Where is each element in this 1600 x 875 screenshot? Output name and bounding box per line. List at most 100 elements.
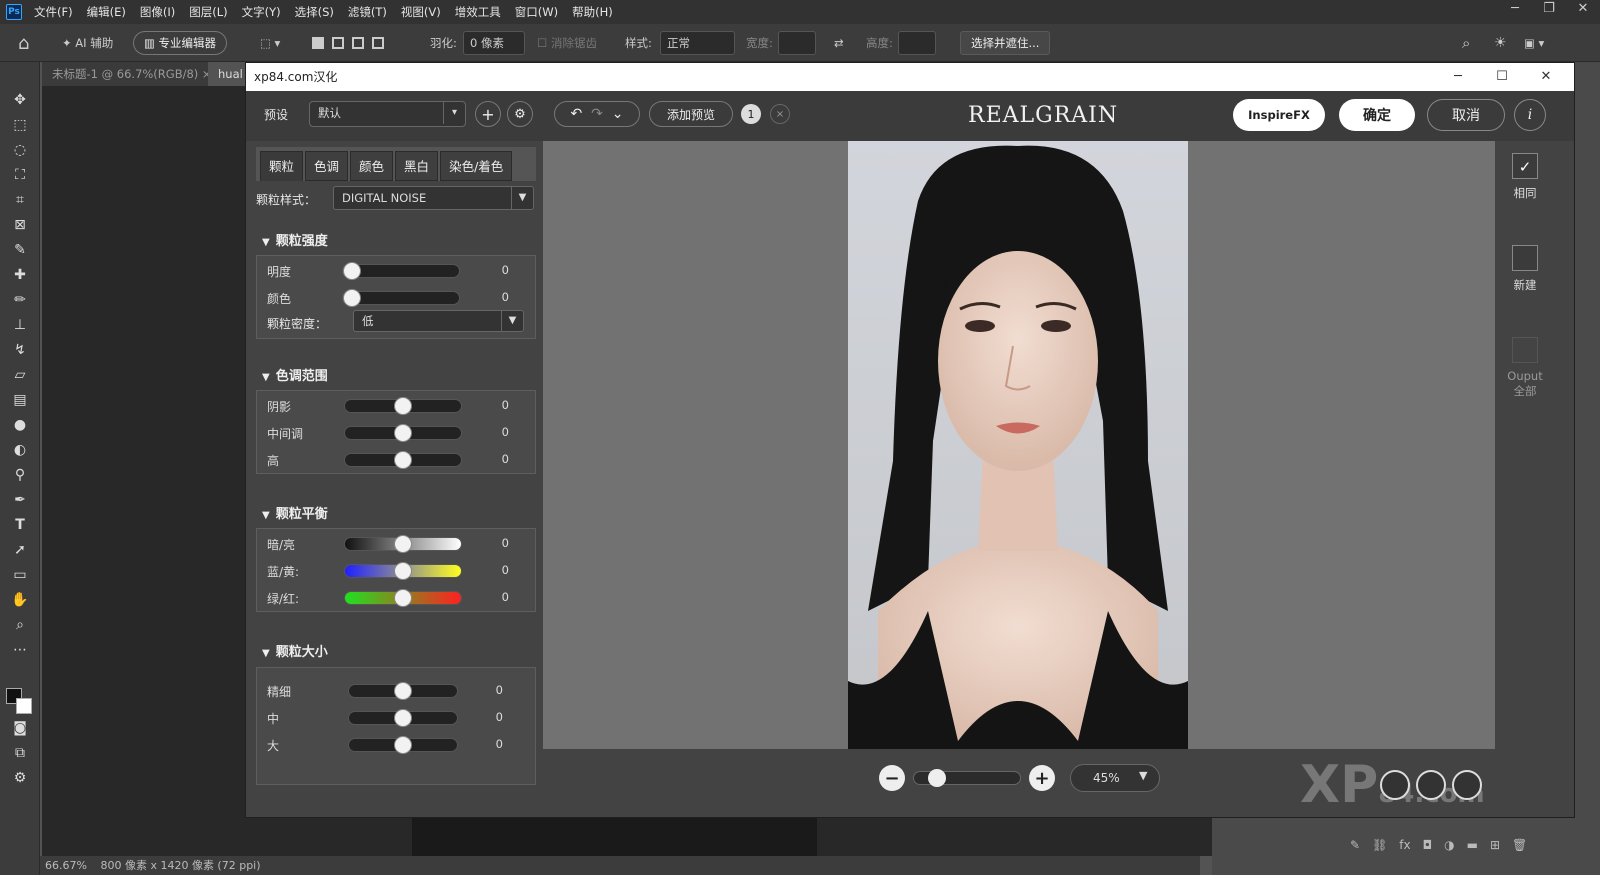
maximize-icon[interactable]: ☐	[1480, 63, 1524, 91]
select-and-mask-button[interactable]: 选择并遮住...	[960, 31, 1051, 55]
crop-icon[interactable]: ⌗	[10, 190, 30, 210]
marquee-icon[interactable]: ⬚	[10, 115, 30, 135]
lightbulb-icon[interactable]: ☀	[1494, 31, 1507, 55]
new-checkbox[interactable]	[1512, 245, 1538, 271]
add-preset-icon[interactable]: +	[475, 101, 501, 127]
section-size[interactable]: 颗粒大小	[262, 641, 328, 660]
height-input[interactable]	[898, 31, 936, 55]
slider-track[interactable]	[348, 709, 458, 727]
fx-icon[interactable]: fx	[1399, 838, 1410, 852]
density-select[interactable]: 低 ▼	[353, 310, 524, 332]
info-icon[interactable]: i	[1514, 99, 1546, 131]
output-checkbox[interactable]	[1512, 337, 1538, 363]
slider-knob[interactable]	[394, 589, 412, 607]
split-horizontal-icon[interactable]	[1416, 770, 1446, 800]
menu-type[interactable]: 文字(Y)	[242, 4, 281, 20]
slider-track[interactable]	[344, 451, 462, 469]
tab-tone[interactable]: 色调	[305, 151, 349, 181]
hand-icon[interactable]: ✋	[10, 590, 30, 610]
tab-color[interactable]: 颜色	[350, 151, 394, 181]
redo-icon[interactable]: ↷	[591, 106, 603, 122]
slider-knob[interactable]	[394, 535, 412, 553]
slider-knob[interactable]	[394, 397, 412, 415]
history-dropdown-icon[interactable]: ⌄	[612, 106, 624, 122]
rectangle-icon[interactable]: ▭	[10, 565, 30, 585]
quick-mask-icon[interactable]: ◙	[10, 718, 30, 738]
screen-mode-icon[interactable]: ⧉	[10, 743, 30, 763]
path-select-icon[interactable]: ➚	[10, 540, 30, 560]
same-checkbox[interactable]: ✓	[1512, 153, 1538, 179]
slider-track[interactable]	[344, 397, 462, 415]
new-layer-icon[interactable]: ⊞	[1490, 838, 1500, 852]
eraser-icon[interactable]: ▱	[10, 365, 30, 385]
slider-knob[interactable]	[394, 451, 412, 469]
settings-gear-icon[interactable]: ⚙	[507, 101, 533, 127]
section-intensity[interactable]: 颗粒强度	[262, 230, 328, 249]
doc-tab-untitled[interactable]: 未标题-1 @ 66.7%(RGB/8) ×	[42, 62, 222, 86]
slider-knob[interactable]	[394, 562, 412, 580]
add-preview-button[interactable]: 添加预览	[649, 101, 733, 127]
frame-icon[interactable]: ⊠	[10, 215, 30, 235]
undo-icon[interactable]: ↶	[570, 106, 582, 122]
maximize-icon[interactable]: ❐	[1532, 0, 1566, 22]
move-tool-icon[interactable]: ✥	[10, 90, 30, 110]
swap-icon[interactable]: ⇄	[834, 31, 844, 55]
folder-icon[interactable]: ▬	[1467, 838, 1478, 852]
preview-area[interactable]	[543, 141, 1495, 749]
eyedropper-icon[interactable]: ✎	[10, 240, 30, 260]
inspirefx-button[interactable]: InspireFX	[1233, 99, 1325, 131]
dodge-icon[interactable]: ◐	[10, 440, 30, 460]
section-tone-range[interactable]: 色调范围	[262, 365, 328, 384]
background-color[interactable]	[16, 698, 32, 714]
close-icon[interactable]: ✕	[1524, 63, 1568, 91]
slider-track[interactable]	[344, 424, 462, 442]
slider-knob[interactable]	[394, 736, 412, 754]
trash-icon[interactable]: 🗑	[1512, 838, 1527, 852]
minimize-icon[interactable]: ─	[1498, 0, 1532, 22]
slider-knob[interactable]	[394, 682, 412, 700]
tab-tint[interactable]: 染色/着色	[440, 151, 513, 181]
workspace-icon[interactable]: ▣ ▾	[1524, 31, 1544, 55]
edit-toolbar-icon[interactable]: ⚙	[10, 768, 30, 788]
zoom-out-icon[interactable]: −	[879, 765, 905, 791]
slider-knob[interactable]	[343, 289, 361, 307]
close-icon[interactable]: ✕	[1566, 0, 1600, 22]
lasso-icon[interactable]: ◌	[10, 140, 30, 160]
slider-track[interactable]	[342, 262, 460, 280]
tab-bw[interactable]: 黑白	[395, 151, 439, 181]
history-brush-icon[interactable]: ↯	[10, 340, 30, 360]
slider-track[interactable]	[348, 682, 458, 700]
adjustment-icon[interactable]: ◑	[1444, 838, 1454, 852]
menu-view[interactable]: 视图(V)	[401, 4, 441, 20]
preview-count-badge[interactable]: 1	[741, 104, 761, 124]
slider-track[interactable]	[348, 736, 458, 754]
antialias-checkbox[interactable]: ☐ 消除锯齿	[537, 31, 597, 55]
slider-knob[interactable]	[394, 709, 412, 727]
object-select-icon[interactable]: ⛶	[10, 165, 30, 185]
slider-knob[interactable]	[394, 424, 412, 442]
menu-help[interactable]: 帮助(H)	[572, 4, 613, 20]
zoom-slider-knob[interactable]	[927, 769, 946, 787]
menu-window[interactable]: 窗口(W)	[515, 4, 558, 20]
zoom-in-icon[interactable]: +	[1029, 765, 1055, 791]
pen-icon[interactable]: ✒	[10, 490, 30, 510]
type-icon[interactable]: T	[10, 515, 30, 535]
width-input[interactable]	[778, 31, 816, 55]
burn-icon[interactable]: ⚲	[10, 465, 30, 485]
slider-track[interactable]	[342, 289, 460, 307]
zoom-select[interactable]: 45% ▼	[1070, 764, 1160, 792]
blur-icon[interactable]: ●	[10, 415, 30, 435]
stamp-icon[interactable]: ⊥	[10, 315, 30, 335]
grain-style-select[interactable]: DIGITAL NOISE ▼	[333, 186, 534, 210]
minimize-icon[interactable]: ─	[1436, 63, 1480, 91]
link-icon[interactable]: ⛓	[1372, 838, 1387, 852]
menu-select[interactable]: 选择(S)	[295, 4, 334, 20]
menu-layer[interactable]: 图层(L)	[189, 4, 227, 20]
menu-edit[interactable]: 编辑(E)	[87, 4, 126, 20]
more-tools-icon[interactable]: ⋯	[10, 640, 30, 660]
preset-select[interactable]: 默认 ▾	[309, 101, 466, 127]
slider-track[interactable]	[344, 535, 462, 553]
cancel-button[interactable]: 取消	[1427, 99, 1505, 131]
tab-grain[interactable]: 颗粒	[260, 151, 304, 181]
zoom-slider-track[interactable]	[913, 769, 1021, 787]
